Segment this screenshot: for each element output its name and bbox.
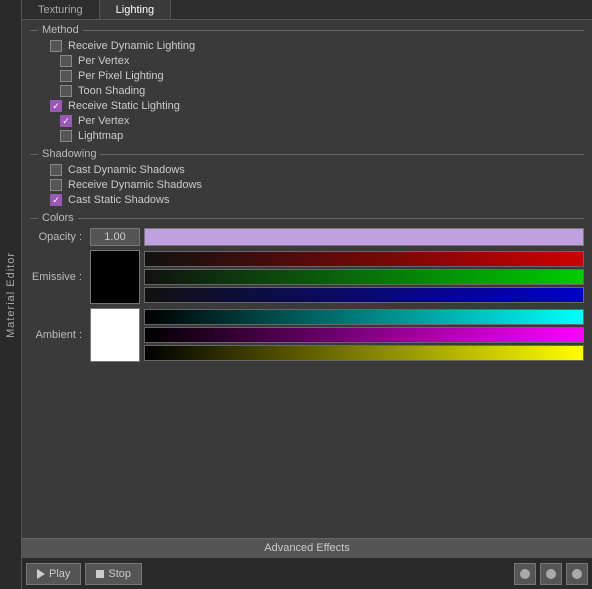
extra-button-1[interactable] bbox=[540, 563, 562, 585]
receive-static-lighting-checkbox[interactable] bbox=[50, 100, 62, 112]
receive-dynamic-lighting-checkbox[interactable] bbox=[50, 40, 62, 52]
play-icon bbox=[37, 569, 45, 579]
ambient-color-block[interactable] bbox=[90, 308, 140, 362]
cast-static-shadows-row: Cast Static Shadows bbox=[30, 194, 584, 206]
per-pixel-lighting-label: Per Pixel Lighting bbox=[78, 70, 164, 82]
emissive-red-bar[interactable] bbox=[144, 251, 584, 267]
emissive-label: Emissive : bbox=[30, 271, 90, 283]
emissive-green-bar[interactable] bbox=[144, 269, 584, 285]
cast-static-shadows-checkbox[interactable] bbox=[50, 194, 62, 206]
tab-texturing[interactable]: Texturing bbox=[22, 0, 100, 19]
per-vertex-static-row: Per Vertex bbox=[30, 115, 584, 127]
opacity-bar[interactable] bbox=[144, 228, 584, 246]
advanced-effects-bar[interactable]: Advanced Effects bbox=[22, 538, 592, 557]
per-vertex-dynamic-label: Per Vertex bbox=[78, 55, 129, 67]
per-vertex-static-label: Per Vertex bbox=[78, 115, 129, 127]
per-vertex-dynamic-row: Per Vertex bbox=[30, 55, 584, 67]
ambient-row: Ambient : bbox=[30, 308, 584, 362]
ambient-magenta-bar[interactable] bbox=[144, 327, 584, 343]
emissive-color-block[interactable] bbox=[90, 250, 140, 304]
ambient-yellow-bar[interactable] bbox=[144, 345, 584, 361]
colors-section: Colors Opacity : Emissive : Ambi bbox=[30, 212, 584, 362]
receive-dynamic-shadows-checkbox[interactable] bbox=[50, 179, 62, 191]
content-area: Method Receive Dynamic Lighting Per Vert… bbox=[22, 20, 592, 538]
record-button[interactable] bbox=[514, 563, 536, 585]
toon-shading-checkbox[interactable] bbox=[60, 85, 72, 97]
record-icon bbox=[520, 569, 530, 579]
emissive-row: Emissive : bbox=[30, 250, 584, 304]
ambient-label: Ambient : bbox=[30, 329, 90, 341]
opacity-row: Opacity : bbox=[30, 228, 584, 246]
opacity-label: Opacity : bbox=[30, 231, 90, 243]
receive-static-lighting-label: Receive Static Lighting bbox=[68, 100, 180, 112]
lightmap-checkbox[interactable] bbox=[60, 130, 72, 142]
per-pixel-lighting-checkbox[interactable] bbox=[60, 70, 72, 82]
toon-shading-label: Toon Shading bbox=[78, 85, 145, 97]
opacity-input[interactable] bbox=[90, 228, 140, 246]
shadowing-section: Shadowing Cast Dynamic Shadows Receive D… bbox=[30, 148, 584, 206]
emissive-bars bbox=[144, 251, 584, 303]
shadowing-section-header: Shadowing bbox=[30, 148, 584, 160]
cast-dynamic-shadows-checkbox[interactable] bbox=[50, 164, 62, 176]
cast-dynamic-shadows-row: Cast Dynamic Shadows bbox=[30, 164, 584, 176]
stop-icon bbox=[96, 570, 104, 578]
play-button[interactable]: Play bbox=[26, 563, 81, 585]
per-vertex-static-checkbox[interactable] bbox=[60, 115, 72, 127]
receive-dynamic-shadows-row: Receive Dynamic Shadows bbox=[30, 179, 584, 191]
extra-icon-1 bbox=[546, 569, 556, 579]
receive-dynamic-lighting-label: Receive Dynamic Lighting bbox=[68, 40, 195, 52]
extra-icon-2 bbox=[572, 569, 582, 579]
per-vertex-dynamic-checkbox[interactable] bbox=[60, 55, 72, 67]
tab-bar: Texturing Lighting bbox=[22, 0, 592, 20]
method-section-header: Method bbox=[30, 24, 584, 36]
stop-button[interactable]: Stop bbox=[85, 563, 142, 585]
receive-dynamic-lighting-row: Receive Dynamic Lighting bbox=[30, 40, 584, 52]
ambient-cyan-bar[interactable] bbox=[144, 309, 584, 325]
cast-static-shadows-label: Cast Static Shadows bbox=[68, 194, 170, 206]
per-pixel-lighting-row: Per Pixel Lighting bbox=[30, 70, 584, 82]
sidebar-label: Material Editor bbox=[5, 252, 17, 338]
tab-lighting[interactable]: Lighting bbox=[100, 0, 172, 19]
cast-dynamic-shadows-label: Cast Dynamic Shadows bbox=[68, 164, 185, 176]
emissive-blue-bar[interactable] bbox=[144, 287, 584, 303]
receive-dynamic-shadows-label: Receive Dynamic Shadows bbox=[68, 179, 202, 191]
lightmap-label: Lightmap bbox=[78, 130, 123, 142]
toolbar: Play Stop bbox=[22, 557, 592, 589]
extra-button-2[interactable] bbox=[566, 563, 588, 585]
colors-section-header: Colors bbox=[30, 212, 584, 224]
receive-static-lighting-row: Receive Static Lighting bbox=[30, 100, 584, 112]
material-editor-sidebar: Material Editor bbox=[0, 0, 22, 589]
main-panel: Texturing Lighting Method Receive Dynami… bbox=[22, 0, 592, 589]
ambient-bars bbox=[144, 309, 584, 361]
toon-shading-row: Toon Shading bbox=[30, 85, 584, 97]
method-section: Method Receive Dynamic Lighting Per Vert… bbox=[30, 24, 584, 142]
lightmap-row: Lightmap bbox=[30, 130, 584, 142]
